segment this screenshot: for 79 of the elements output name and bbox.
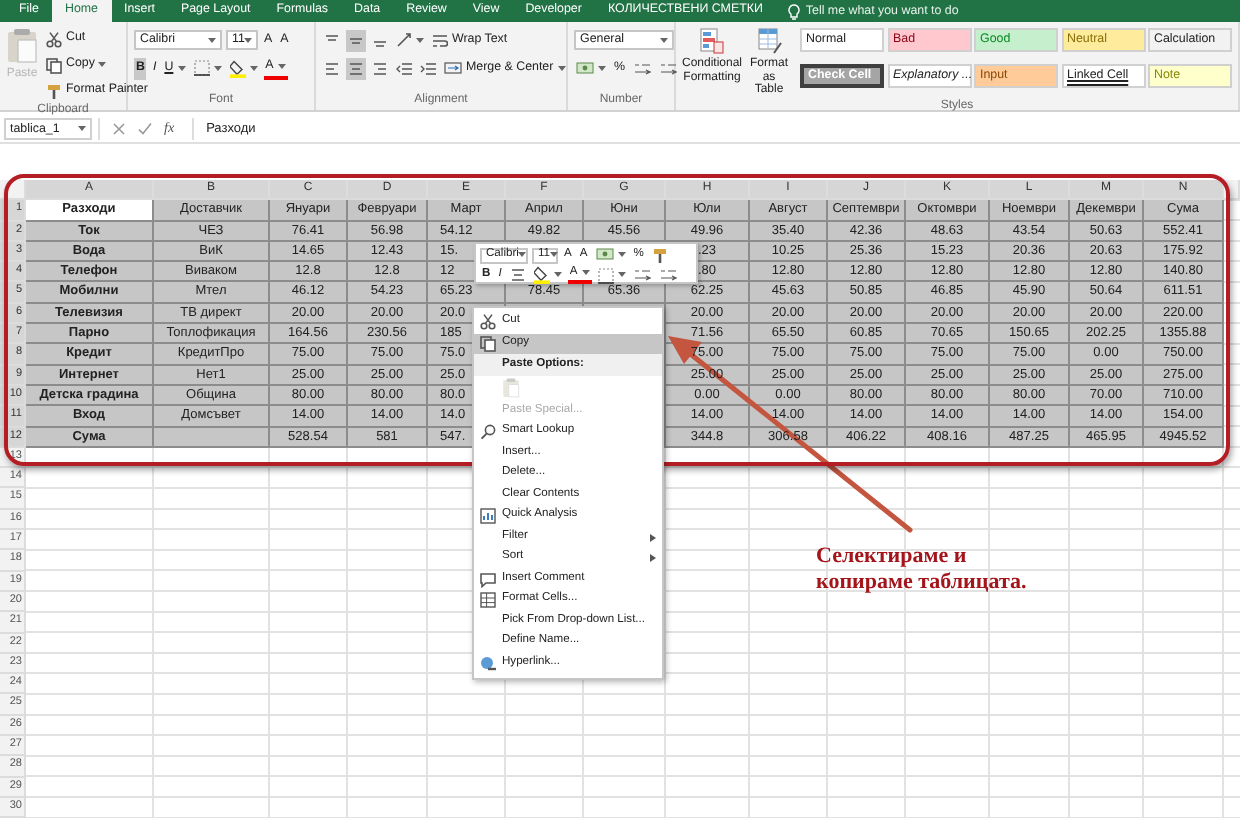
speech-bubble-icon (480, 571, 496, 588)
enter-button[interactable] (138, 122, 152, 136)
caret-icon (208, 37, 216, 43)
caret-icon (550, 252, 559, 258)
copy-icon (480, 335, 496, 352)
caret-icon (518, 252, 527, 258)
fill-bucket-icon (229, 59, 246, 77)
align-center-button[interactable] (346, 57, 366, 79)
text-angle-icon (396, 32, 412, 48)
banknote-icon (576, 61, 594, 75)
orientation-button[interactable] (394, 29, 426, 51)
border-icon (597, 267, 614, 283)
align-middle-button[interactable] (346, 29, 366, 51)
caret-icon (557, 65, 566, 71)
banknote-icon (595, 248, 614, 262)
search-icon (480, 424, 496, 441)
increase-indent-button[interactable] (418, 57, 438, 79)
globe-link-icon (479, 655, 497, 672)
increase-decimal-icon (633, 268, 652, 282)
caret-icon (177, 65, 186, 71)
caret-icon (581, 270, 590, 276)
table-cell (154, 427, 270, 448)
caret-icon (98, 62, 107, 68)
align-right-icon (372, 61, 388, 75)
borders-button[interactable] (191, 57, 224, 79)
paintbrush-icon (46, 83, 62, 99)
caret-icon (249, 65, 258, 71)
borders-button[interactable] (595, 266, 628, 284)
format-painter-button[interactable] (649, 246, 670, 264)
accounting-format-button[interactable] (574, 57, 608, 79)
decrease-decimal-icon (659, 268, 678, 282)
copy-icon (46, 57, 62, 73)
chart-grid-icon (480, 508, 496, 525)
clipboard-icon (6, 28, 38, 64)
wrap-text-icon (432, 33, 448, 47)
checkmark-icon (138, 122, 152, 136)
fill-bucket-icon (533, 266, 550, 284)
align-center-icon (509, 268, 526, 282)
align-middle-icon (348, 33, 364, 47)
decrease-decimal-button[interactable] (657, 266, 680, 284)
caret-icon (416, 37, 424, 43)
decrease-indent-button[interactable] (394, 57, 414, 79)
paintbrush-icon (651, 247, 668, 263)
table-style-icon (757, 28, 781, 54)
increase-decimal-icon (633, 61, 652, 75)
cancel-icon (112, 122, 126, 136)
table-grid-icon (480, 592, 496, 609)
caret-icon (553, 272, 562, 278)
caret-icon (617, 252, 626, 258)
annotation-text: Селектираме и копираме таблицата. (816, 544, 1029, 596)
align-top-icon (324, 33, 340, 47)
clipboard-icon (502, 377, 520, 398)
cancel-button[interactable] (112, 122, 126, 136)
submenu-arrow-icon (650, 533, 656, 542)
increase-decimal-button[interactable] (631, 266, 654, 284)
submenu-arrow-icon (650, 554, 656, 563)
accounting-format-button[interactable] (593, 246, 628, 264)
align-left-button[interactable] (322, 57, 342, 79)
scissors-icon (480, 314, 496, 331)
border-icon (193, 60, 210, 76)
fill-color-button[interactable] (227, 57, 260, 79)
decrease-decimal-icon (659, 61, 678, 75)
indent-icon (420, 61, 436, 75)
conditional-format-icon (700, 28, 724, 54)
caret-icon (213, 65, 222, 71)
caret-icon (660, 37, 668, 43)
merge-cells-icon (444, 60, 462, 76)
align-right-button[interactable] (370, 57, 390, 79)
fill-color-button[interactable] (531, 266, 564, 284)
caret-icon (598, 65, 606, 71)
outdent-icon (396, 61, 412, 75)
scissors-icon (46, 31, 62, 47)
caret-icon (244, 37, 253, 43)
caret-icon (277, 63, 286, 69)
caret-icon (617, 272, 626, 278)
align-center-icon (348, 61, 364, 75)
caret-icon (78, 126, 86, 132)
align-center-button[interactable] (507, 266, 528, 284)
align-left-icon (324, 61, 340, 75)
